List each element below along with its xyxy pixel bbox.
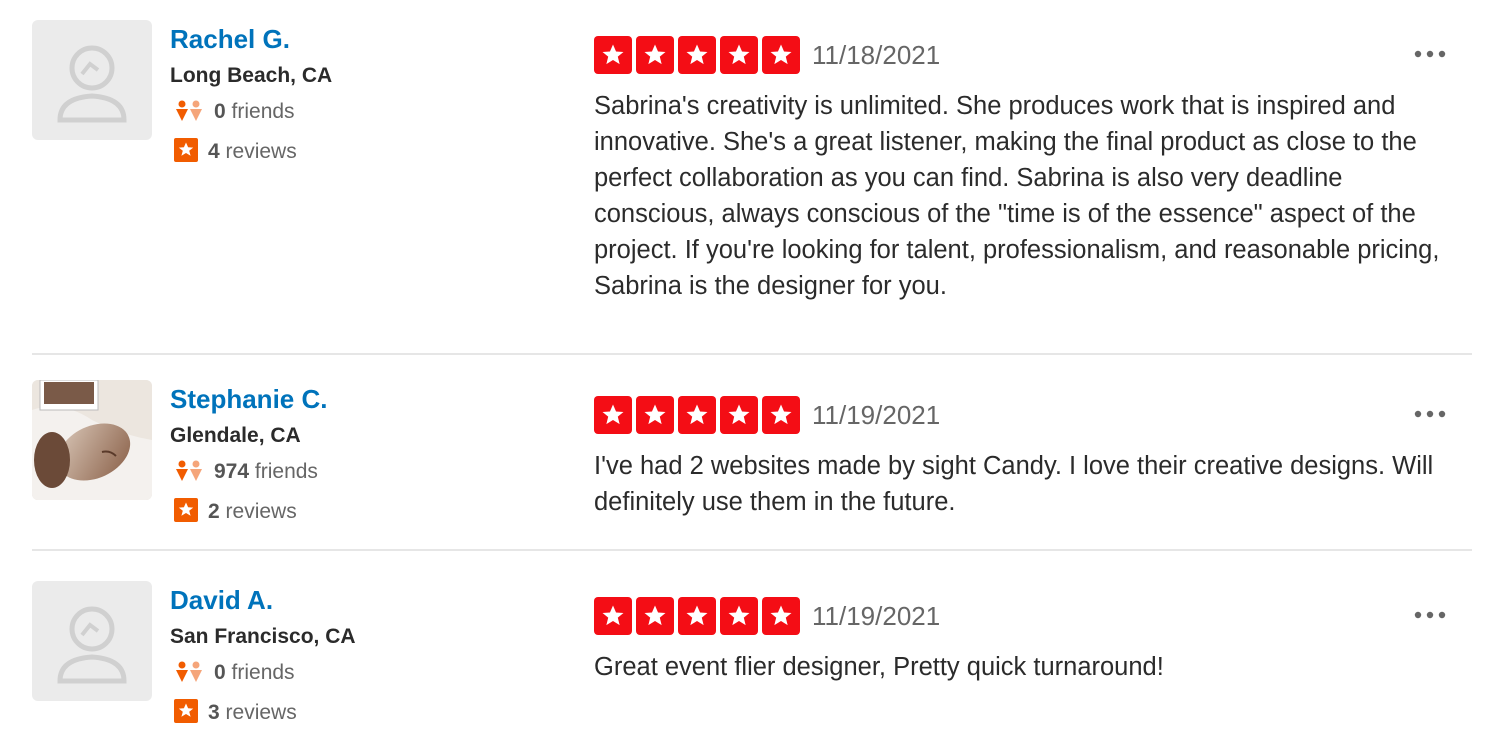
rating-star-icon [762, 597, 800, 635]
review-date: 11/19/2021 [812, 400, 941, 430]
user-location: Long Beach, CA [170, 64, 333, 87]
reviews-label: reviews [225, 140, 297, 163]
reviews-label: reviews [225, 500, 297, 523]
rating-star-icon [594, 36, 632, 74]
rating-star-icon [720, 36, 758, 74]
reviews-number: 4 [208, 140, 220, 163]
rating-star-icon [636, 36, 674, 74]
friends-number: 974 [214, 460, 250, 483]
friends-icon [174, 100, 204, 128]
more-options-icon[interactable] [1410, 36, 1450, 72]
star-rating [594, 396, 800, 434]
user-avatar[interactable] [32, 581, 152, 701]
reviews-list: Rachel G. Long Beach, CA 0 friends 4 rev… [0, 0, 1508, 742]
user-name[interactable]: Stephanie C. [170, 384, 327, 415]
review-count: 4 reviews [174, 138, 297, 168]
star-rating [594, 597, 800, 635]
more-options-icon[interactable] [1410, 396, 1450, 432]
review-star-icon [174, 498, 198, 528]
friends-number: 0 [214, 661, 226, 684]
review-text: I've had 2 websites made by sight Candy.… [594, 452, 1434, 516]
user-name[interactable]: Rachel G. [170, 24, 290, 55]
rating-star-icon [636, 396, 674, 434]
default-user-avatar-icon [57, 606, 127, 684]
rating-star-icon [720, 597, 758, 635]
reviews-number: 3 [208, 701, 220, 724]
friends-label: friends [254, 460, 318, 483]
default-user-avatar-icon [57, 45, 127, 123]
friends-label: friends [231, 661, 295, 684]
rating-star-icon [678, 597, 716, 635]
rating-star-icon [636, 597, 674, 635]
friends-count: 0 friends [174, 661, 295, 689]
more-options-icon[interactable] [1410, 597, 1450, 633]
reviews-label: reviews [225, 701, 297, 724]
star-rating [594, 36, 800, 74]
friends-icon [174, 661, 204, 689]
user-location: Glendale, CA [170, 424, 301, 447]
review-date: 11/19/2021 [812, 601, 941, 631]
friends-number: 0 [214, 100, 226, 123]
review-text: Sabrina's creativity is unlimited. She p… [594, 92, 1440, 300]
rating-star-icon [594, 597, 632, 635]
friends-count: 0 friends [174, 100, 295, 128]
review-star-icon [174, 138, 198, 168]
rating-star-icon [678, 396, 716, 434]
rating-star-icon [720, 396, 758, 434]
rating-star-icon [678, 36, 716, 74]
friends-icon [174, 460, 204, 488]
reviews-number: 2 [208, 500, 220, 523]
rating-star-icon [762, 36, 800, 74]
review-count: 3 reviews [174, 699, 297, 729]
user-location: San Francisco, CA [170, 625, 356, 648]
review-text: Great event flier designer, Pretty quick… [594, 653, 1164, 681]
rating-star-icon [594, 396, 632, 434]
user-photo-icon [32, 380, 152, 500]
divider [32, 353, 1472, 355]
review-date: 11/18/2021 [812, 40, 941, 70]
divider [32, 549, 1472, 551]
user-name[interactable]: David A. [170, 585, 273, 616]
user-avatar[interactable] [32, 380, 152, 500]
friends-label: friends [231, 100, 295, 123]
friends-count: 974 friends [174, 460, 318, 488]
review-star-icon [174, 699, 198, 729]
user-avatar[interactable] [32, 20, 152, 140]
rating-star-icon [762, 396, 800, 434]
review-count: 2 reviews [174, 498, 297, 528]
